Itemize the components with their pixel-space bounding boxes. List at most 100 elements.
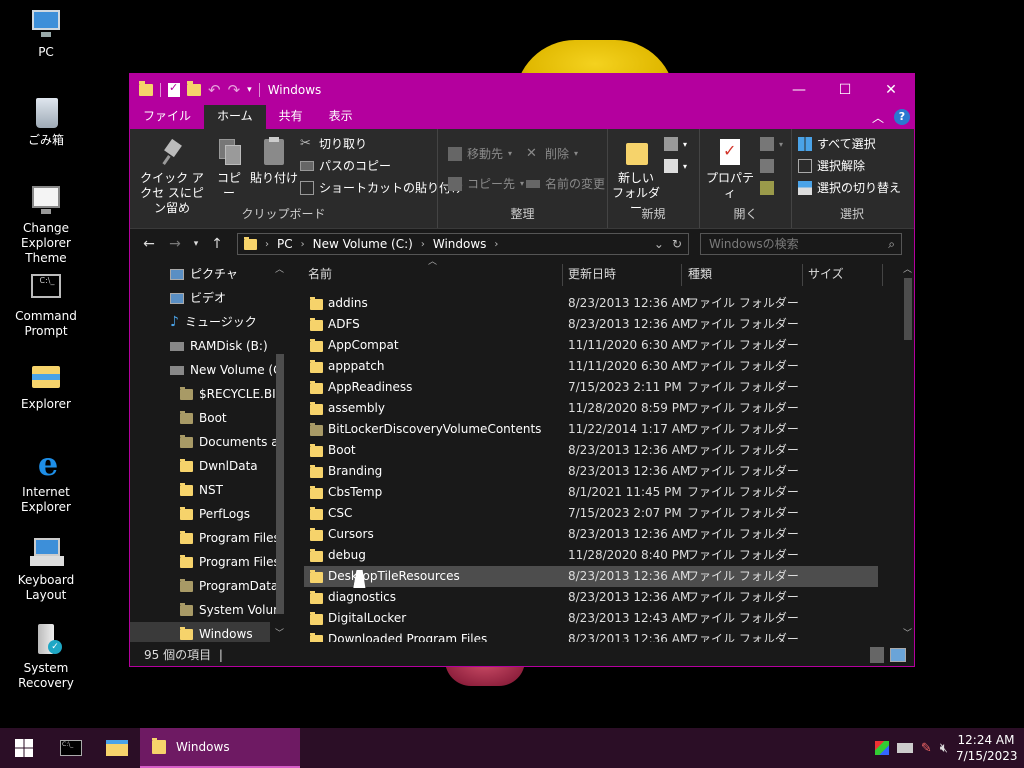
- taskbar-windows-button[interactable]: Windows: [140, 728, 300, 768]
- column-name[interactable]: 名前: [308, 260, 332, 288]
- forward-button[interactable]: →: [162, 236, 188, 252]
- table-row[interactable]: ADFS 8/23/2013 12:36 AM ファイル フォルダー: [304, 314, 878, 335]
- nav-item[interactable]: Program Files: [180, 526, 280, 550]
- chevron-up-icon[interactable]: ︿: [872, 109, 884, 126]
- nav-item[interactable]: ♪ ミュージック: [170, 310, 257, 334]
- table-row[interactable]: Boot 8/23/2013 12:36 AM ファイル フォルダー: [304, 440, 878, 461]
- nav-item[interactable]: Program Files: [180, 550, 280, 574]
- undo-icon[interactable]: ↶: [208, 81, 221, 99]
- nav-item[interactable]: Boot: [180, 406, 227, 430]
- up-button[interactable]: ↑: [204, 236, 230, 252]
- close-button[interactable]: ✕: [868, 74, 914, 105]
- file-list[interactable]: 名前 ︿ 更新日時 種類 サイズ addins 8/23/2013 12:36 A…: [288, 260, 916, 642]
- breadcrumb-windows[interactable]: Windows: [433, 237, 487, 251]
- paste-button[interactable]: 貼り付け: [250, 137, 298, 186]
- breadcrumb-pc[interactable]: PC: [277, 237, 293, 251]
- desktop-icon-theme[interactable]: Change Explorer Theme: [0, 184, 92, 266]
- tab-home[interactable]: ホーム: [204, 105, 266, 129]
- search-input[interactable]: Windowsの検索 ⌕: [700, 233, 902, 255]
- start-button[interactable]: [0, 728, 48, 768]
- nav-item[interactable]: DwnlData: [180, 454, 258, 478]
- desktop-icon-explorer[interactable]: Explorer: [0, 360, 92, 412]
- column-size[interactable]: サイズ: [808, 260, 844, 288]
- table-row[interactable]: addins 8/23/2013 12:36 AM ファイル フォルダー: [304, 293, 878, 314]
- nav-item[interactable]: ピクチャ: [170, 262, 238, 286]
- properties-icon[interactable]: [168, 81, 180, 97]
- table-row[interactable]: Branding 8/23/2013 12:36 AM ファイル フォルダー: [304, 461, 878, 482]
- copy-path-button[interactable]: パスのコピー: [300, 157, 391, 174]
- nav-item[interactable]: ビデオ: [170, 286, 226, 310]
- new-folder-icon[interactable]: [187, 80, 201, 96]
- tab-share[interactable]: 共有: [266, 105, 316, 129]
- table-row[interactable]: BitLockerDiscoveryVolumeContents 11/22/20…: [304, 419, 878, 440]
- nav-item[interactable]: Windows: [130, 622, 270, 642]
- properties-button[interactable]: ✓ プロパティ: [702, 137, 758, 201]
- nav-item[interactable]: New Volume (C: [170, 358, 282, 382]
- delete-button[interactable]: ✕ 削除 ▾: [526, 145, 578, 162]
- nav-scrollbar[interactable]: ︿ ﹀: [270, 260, 288, 642]
- desktop-icon-recovery[interactable]: ✓ System Recovery: [0, 624, 92, 691]
- table-row[interactable]: DigitalLocker 8/23/2013 12:43 AM ファイル フォルダ…: [304, 608, 878, 629]
- table-row[interactable]: Downloaded Program Files 8/23/2013 12:36 …: [304, 629, 878, 642]
- explorer-window[interactable]: ↶ ↷ ▾ Windows — ☐ ✕ ファイル ホーム 共有 表示 ︿ ?: [129, 73, 915, 667]
- table-row[interactable]: CSC 7/15/2023 2:07 PM ファイル フォルダー: [304, 503, 878, 524]
- back-button[interactable]: ←: [136, 236, 162, 252]
- desktop-icon-pc[interactable]: PC: [0, 8, 92, 60]
- open-button[interactable]: ▾: [760, 137, 783, 151]
- invert-selection-button[interactable]: 選択の切り替え: [798, 179, 901, 196]
- history-button[interactable]: [760, 181, 774, 195]
- tab-view[interactable]: 表示: [316, 105, 366, 129]
- color-icon[interactable]: [874, 741, 889, 755]
- column-date[interactable]: 更新日時: [568, 260, 616, 288]
- nav-item[interactable]: PerfLogs: [180, 502, 250, 526]
- nav-item[interactable]: RAMDisk (B:): [170, 334, 268, 358]
- help-icon[interactable]: ?: [894, 109, 910, 125]
- clock[interactable]: 12:24 AM 7/15/2023: [956, 732, 1018, 764]
- maximize-button[interactable]: ☐: [822, 74, 868, 105]
- address-bar[interactable]: › PC › New Volume (C:) › Windows › ⌄ ↻: [237, 233, 689, 255]
- copy-to-button[interactable]: コピー先 ▾: [448, 175, 524, 192]
- minimize-button[interactable]: —: [776, 74, 822, 105]
- chevron-down-icon[interactable]: ⌄: [654, 237, 664, 251]
- edit-button[interactable]: [760, 159, 774, 173]
- copy-button[interactable]: コピー: [212, 137, 246, 201]
- pen-icon[interactable]: ✎: [921, 741, 932, 756]
- tab-file[interactable]: ファイル: [130, 105, 205, 129]
- taskbar-explorer-button[interactable]: [94, 728, 140, 768]
- desktop-icon-cmd[interactable]: C:\_ Command Prompt: [0, 272, 92, 339]
- desktop-icon-ie[interactable]: e Internet Explorer: [0, 448, 92, 515]
- table-row[interactable]: DesktopTileResources 8/23/2013 12:36 AM ファ…: [304, 566, 878, 587]
- nav-item[interactable]: ProgramData: [180, 574, 278, 598]
- redo-icon[interactable]: ↷: [228, 81, 241, 99]
- title-bar[interactable]: ↶ ↷ ▾ Windows — ☐ ✕: [130, 74, 914, 105]
- recent-locations-button[interactable]: ▾: [188, 239, 204, 249]
- navigation-pane[interactable]: ピクチャ ビデオ ♪ ミュージック RAMDisk (B:) New Volume (C $…: [130, 260, 288, 642]
- select-all-button[interactable]: すべて選択: [798, 135, 876, 152]
- keyboard-icon[interactable]: [896, 743, 913, 753]
- table-row[interactable]: Cursors 8/23/2013 12:36 AM ファイル フォルダー: [304, 524, 878, 545]
- desktop-icon-keyboard[interactable]: Keyboard Layout: [0, 536, 92, 603]
- details-view-icon[interactable]: [870, 647, 884, 663]
- table-row[interactable]: diagnostics 8/23/2013 12:36 AM ファイル フォルダー: [304, 587, 878, 608]
- table-row[interactable]: CbsTemp 8/1/2021 11:45 PM ファイル フォルダー: [304, 482, 878, 503]
- volume-muted-icon[interactable]: 🔇︎: [940, 741, 948, 756]
- table-row[interactable]: AppReadiness 7/15/2023 2:11 PM ファイル フォルダー: [304, 377, 878, 398]
- nav-item[interactable]: Documents a: [180, 430, 279, 454]
- cut-button[interactable]: ✂ 切り取り: [300, 135, 367, 152]
- taskbar-cmd-button[interactable]: C:\_: [48, 728, 94, 768]
- breadcrumb-volume[interactable]: New Volume (C:): [313, 237, 413, 251]
- move-to-button[interactable]: 移動先 ▾: [448, 145, 512, 162]
- new-item-button[interactable]: ▾: [664, 137, 687, 151]
- column-type[interactable]: 種類: [688, 260, 712, 288]
- large-icons-view-icon[interactable]: [890, 648, 906, 662]
- select-none-button[interactable]: 選択解除: [798, 157, 865, 174]
- table-row[interactable]: apppatch 11/11/2020 6:30 AM ファイル フォルダー: [304, 356, 878, 377]
- table-row[interactable]: assembly 11/28/2020 8:59 PM ファイル フォルダー: [304, 398, 878, 419]
- easy-access-button[interactable]: ▾: [664, 159, 687, 173]
- refresh-icon[interactable]: ↻: [672, 237, 682, 251]
- nav-item[interactable]: $RECYCLE.BIN: [180, 382, 285, 406]
- table-row[interactable]: debug 11/28/2020 8:40 PM ファイル フォルダー: [304, 545, 878, 566]
- rename-button[interactable]: 名前の変更: [526, 175, 605, 192]
- nav-item[interactable]: NST: [180, 478, 223, 502]
- desktop-icon-recycle-bin[interactable]: ごみ箱: [0, 96, 92, 148]
